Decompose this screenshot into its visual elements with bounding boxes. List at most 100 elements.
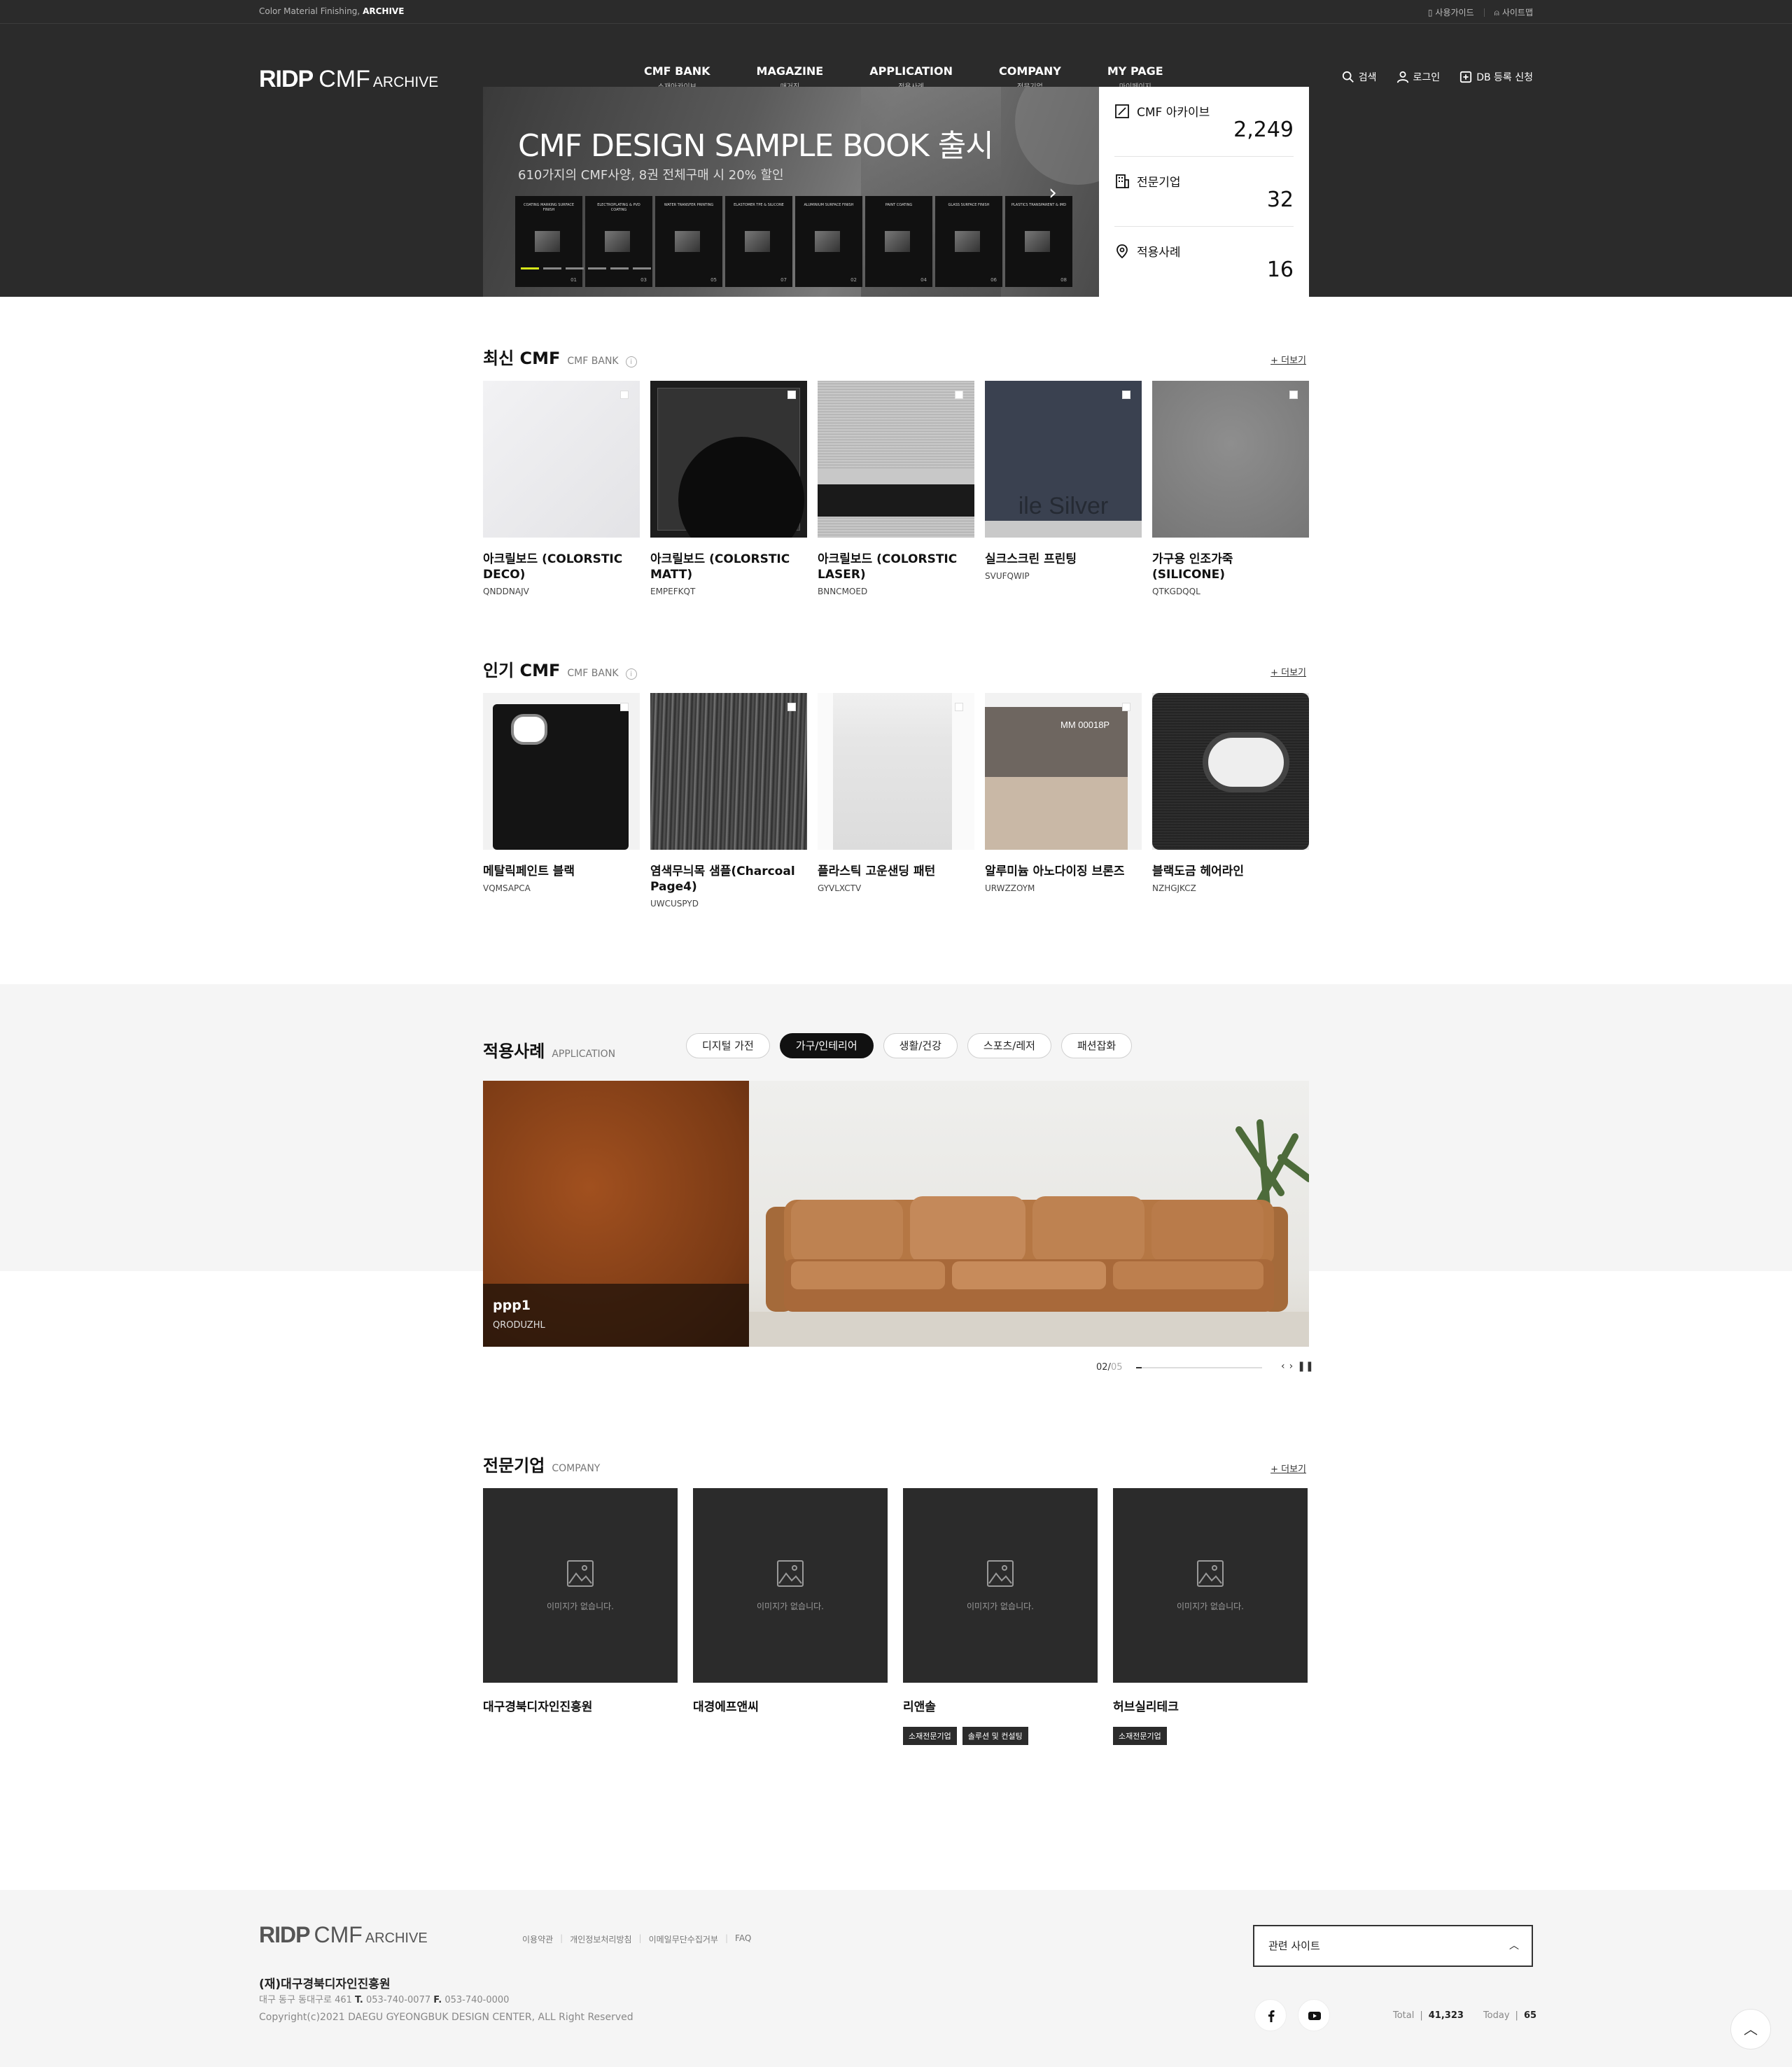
info-icon[interactable]: i <box>625 356 637 367</box>
scroll-top-button[interactable]: ︿ <box>1730 2009 1771 2050</box>
cmf-card[interactable]: 염색무늬목 샘플(Charcoal Page4) UWCUSPYD <box>650 693 807 909</box>
privacy-link[interactable]: 개인정보처리방침 <box>570 1933 631 1945</box>
bookmark-checkbox[interactable] <box>955 703 963 711</box>
stat-cmf-archive[interactable]: CMF 아카이브 2,249 <box>1114 87 1294 157</box>
indicator-dot[interactable] <box>521 267 539 269</box>
bookmark-checkbox[interactable] <box>620 391 629 399</box>
info-icon[interactable]: i <box>625 668 637 680</box>
social-links <box>1254 1999 1330 2031</box>
sample-book: GLASS SURFACE FINISH 06 <box>935 196 1002 287</box>
prev-arrow-icon[interactable]: ‹ <box>1281 1361 1285 1372</box>
cmf-code: QNDDNAJV <box>483 587 529 596</box>
cmf-card[interactable]: 아크릴보드 (COLORSTIC LASER) BNNCMOED <box>818 381 974 596</box>
stat-application[interactable]: 적용사례 16 <box>1114 227 1294 297</box>
search-button[interactable]: 검색 <box>1342 70 1377 84</box>
slide-progress-fill <box>1136 1366 1142 1368</box>
terms-link[interactable]: 이용약관 <box>522 1933 553 1945</box>
company-card[interactable]: 이미지가 없습니다. 리앤솔 소재전문기업 솔루션 및 컨설팅 <box>903 1488 1098 1745</box>
sample-book: COATING MARKING SURFACE FINISH 01 <box>515 196 582 287</box>
tab-living-health[interactable]: 생활/건강 <box>883 1033 958 1058</box>
login-button[interactable]: 로그인 <box>1396 70 1440 84</box>
cmf-card[interactable]: 아크릴보드 (COLORSTIC DECO) QNDDNAJV <box>483 381 640 596</box>
indicator-dot[interactable] <box>610 267 629 269</box>
banner-next-arrow-icon[interactable]: › <box>1049 181 1057 205</box>
company-card[interactable]: 이미지가 없습니다. 대구경북디자인진흥원 <box>483 1488 678 1745</box>
section-title: 최신 CMF <box>483 349 561 368</box>
bookmark-checkbox[interactable] <box>1289 391 1298 399</box>
latest-more-link[interactable]: + 더보기 <box>1270 353 1306 366</box>
indicator-dot[interactable] <box>588 267 606 269</box>
section-subtitle: APPLICATION <box>552 1049 616 1060</box>
footer-links: 이용약관 | 개인정보처리방침 | 이메일무단수집거부 | FAQ <box>522 1933 752 1945</box>
cmf-thumbnail <box>650 693 807 850</box>
bookmark-checkbox[interactable] <box>788 391 796 399</box>
db-request-button[interactable]: DB 등록 신청 <box>1460 70 1533 84</box>
site-logo[interactable]: RIDP CMF ARCHIVE <box>259 66 438 93</box>
cmf-card[interactable]: 아크릴보드 (COLORSTIC MATT) EMPEFKQT <box>650 381 807 596</box>
next-arrow-icon[interactable]: › <box>1289 1361 1294 1372</box>
pause-icon[interactable]: ❚❚ <box>1297 1361 1313 1372</box>
cmf-card[interactable]: 블랙도금 헤어라인 NZHGJKCZ <box>1152 693 1309 909</box>
stripe-shape <box>818 469 974 484</box>
hero-banner[interactable]: CMF DESIGN SAMPLE BOOK 출시 610가지의 CMF사양, … <box>483 87 1099 297</box>
company-name: 리앤솔 <box>903 1700 936 1714</box>
sample-book: ELASTOMER TPE & SILICONE 07 <box>725 196 792 287</box>
related-sites-select[interactable]: 관련 사이트 ︿ <box>1253 1925 1533 1967</box>
bookmark-checkbox[interactable] <box>788 703 796 711</box>
application-slide[interactable]: ppp1 QRODUZHL <box>483 1081 1309 1347</box>
search-icon <box>1342 71 1354 83</box>
cmf-card[interactable]: MM 00018P 알루미늄 아노다이징 브론즈 URWZZOYM <box>985 693 1142 909</box>
cmf-card[interactable]: 가구용 인조가죽 (SILICONE) QTKGDQQL <box>1152 381 1309 596</box>
banner-background-shape <box>1015 87 1099 185</box>
popular-cmf-list: 메탈릭페인트 블랙 VQMSAPCA 염색무늬목 샘플(Charcoal Pag… <box>483 693 1309 909</box>
company-name: 대구경북디자인진흥원 <box>483 1700 593 1714</box>
cmf-code: EMPEFKQT <box>650 587 696 596</box>
company-name: 대경에프앤씨 <box>693 1700 759 1714</box>
indicator-dot[interactable] <box>566 267 584 269</box>
stat-value: 2,249 <box>1233 118 1294 142</box>
stats-panel: CMF 아카이브 2,249 전문기업 32 적용사례 16 <box>1099 87 1309 297</box>
cmf-card[interactable]: 플라스틱 고운샌딩 패턴 GYVLXCTV <box>818 693 974 909</box>
company-card[interactable]: 이미지가 없습니다. 대경에프앤씨 <box>693 1488 888 1745</box>
company-more-link[interactable]: + 더보기 <box>1270 1462 1306 1475</box>
company-badge: 솔루션 및 컨설팅 <box>962 1727 1028 1745</box>
sitemap-link[interactable]: ⍝ 사이트맵 <box>1494 6 1533 18</box>
facebook-button[interactable] <box>1254 1999 1287 2031</box>
youtube-button[interactable] <box>1298 1999 1330 2031</box>
cmf-card[interactable]: ile Silver 실크스크린 프린팅 SVUFQWIP <box>985 381 1142 596</box>
footer-logo[interactable]: RIDP CMF ARCHIVE <box>259 1922 428 1948</box>
tab-sports-leisure[interactable]: 스포츠/레저 <box>967 1033 1051 1058</box>
bookmark-checkbox[interactable] <box>620 703 629 711</box>
cmf-thumbnail: ile Silver <box>985 381 1142 538</box>
tab-digital-appliance[interactable]: 디지털 가전 <box>686 1033 770 1058</box>
user-guide-link[interactable]: ▯ 사용가이드 <box>1428 6 1474 18</box>
cmf-code: GYVLXCTV <box>818 883 862 893</box>
footer: RIDP CMF ARCHIVE 이용약관 | 개인정보처리방침 | 이메일무단수집거부… <box>0 1890 1792 2067</box>
sample-label: MM 00018P <box>1060 720 1110 730</box>
popular-more-link[interactable]: + 더보기 <box>1270 665 1306 678</box>
latest-cmf-heading: 최신 CMF CMF BANK i <box>483 344 637 369</box>
bookmark-checkbox[interactable] <box>1122 391 1130 399</box>
sample-book: PAINT COATING 04 <box>865 196 932 287</box>
faq-link[interactable]: FAQ <box>735 1933 751 1945</box>
cmf-title: 아크릴보드 (COLORSTIC LASER) <box>818 552 958 582</box>
tab-furniture-interior[interactable]: 가구/인테리어 <box>779 1033 874 1058</box>
cmf-card[interactable]: 메탈릭페인트 블랙 VQMSAPCA <box>483 693 640 909</box>
company-card[interactable]: 이미지가 없습니다. 허브실리테크 소재전문기업 <box>1113 1488 1308 1745</box>
sample-hole-shape <box>511 714 547 745</box>
sample-book-list: COATING MARKING SURFACE FINISH 01 ELECTRO… <box>515 196 1072 287</box>
tab-fashion[interactable]: 패션잡화 <box>1060 1033 1133 1058</box>
popular-cmf-heading: 인기 CMF CMF BANK i <box>483 657 637 681</box>
bookmark-checkbox[interactable] <box>955 391 963 399</box>
slide-code: QRODUZHL <box>493 1320 545 1331</box>
cmf-thumbnail <box>483 381 640 538</box>
stat-company[interactable]: 전문기업 32 <box>1114 157 1294 227</box>
visitor-counts: Total | 41,323 Today | 65 <box>1393 2010 1537 2021</box>
sample-hole-shape <box>1203 732 1289 792</box>
email-refusal-link[interactable]: 이메일무단수집거부 <box>649 1933 718 1945</box>
indicator-dot[interactable] <box>633 267 651 269</box>
edit-box-icon <box>1115 104 1129 118</box>
indicator-dot[interactable] <box>543 267 561 269</box>
bookmark-checkbox[interactable] <box>1122 703 1130 711</box>
latest-cmf-list: 아크릴보드 (COLORSTIC DECO) QNDDNAJV 아크릴보드 (C… <box>483 381 1309 596</box>
